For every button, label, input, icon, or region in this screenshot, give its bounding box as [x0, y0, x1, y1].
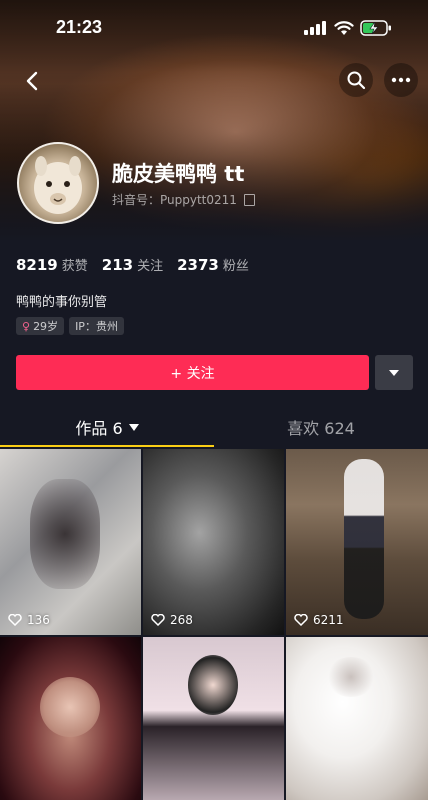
heart-icon: [294, 614, 308, 626]
video-thumbnail[interactable]: [143, 637, 284, 800]
stat-value: 2373: [177, 256, 219, 274]
caret-down-icon: [128, 423, 139, 431]
ip-label: IP：贵州: [75, 320, 118, 333]
search-button[interactable]: [339, 63, 373, 97]
account-id-row[interactable]: 抖音号：Puppytt0211: [112, 191, 255, 208]
more-dots-icon: [391, 77, 411, 83]
thumbnail-figure: [40, 677, 100, 737]
active-tab-indicator: [0, 445, 214, 447]
likes-count: 136: [27, 613, 50, 627]
profile-tags: ♀ 29岁 IP：贵州: [16, 317, 124, 335]
copy-icon[interactable]: [243, 193, 255, 206]
video-thumbnail[interactable]: 136: [0, 449, 141, 635]
ip-tag: IP：贵州: [69, 317, 124, 335]
tab-works[interactable]: 作品 6: [0, 406, 214, 448]
cellular-signal-icon: [304, 21, 326, 35]
heart-icon: [151, 614, 165, 626]
status-time: 21:23: [56, 17, 103, 37]
stat-followers[interactable]: 2373 粉丝: [177, 255, 249, 274]
thumbnail-figure: [326, 657, 376, 697]
tab-likes-label: 喜欢 624: [287, 419, 355, 438]
video-thumbnail[interactable]: [286, 637, 428, 800]
video-thumbnail[interactable]: 6211: [286, 449, 428, 635]
profile-stats: 8219 获赞 213 关注 2373 粉丝: [16, 255, 249, 274]
stat-label: 关注: [137, 259, 164, 274]
profile-tabs: 作品 6 喜欢 624: [0, 406, 428, 448]
recommend-dropdown-button[interactable]: [375, 355, 413, 390]
alpaca-avatar-image: [34, 156, 82, 214]
status-bar: 21:23: [0, 0, 428, 56]
more-button[interactable]: [384, 63, 418, 97]
age-tag: ♀ 29岁: [16, 317, 65, 335]
female-icon: ♀: [22, 319, 31, 333]
video-grid: 136 268 6211: [0, 449, 428, 800]
heart-icon: [8, 614, 22, 626]
stat-value: 213: [101, 256, 134, 274]
back-button[interactable]: [18, 66, 48, 96]
stat-likes[interactable]: 8219 获赞: [16, 255, 88, 274]
follow-button[interactable]: + 关注: [16, 355, 369, 390]
likes-count: 6211: [313, 613, 344, 627]
tab-likes[interactable]: 喜欢 624: [214, 406, 428, 448]
video-likes: 136: [8, 613, 50, 627]
thumbnail-figure: [344, 459, 384, 619]
video-thumbnail[interactable]: [0, 637, 141, 800]
search-icon: [347, 71, 366, 90]
profile-nickname: 脆皮美鸭鸭 tt: [112, 162, 245, 186]
likes-count: 268: [170, 613, 193, 627]
stat-value: 8219: [16, 256, 58, 274]
video-likes: 6211: [294, 613, 344, 627]
wifi-icon: [334, 21, 354, 35]
account-id: 抖音号：Puppytt0211: [112, 193, 237, 207]
video-thumbnail[interactable]: 268: [143, 449, 284, 635]
stat-following[interactable]: 213 关注: [102, 255, 163, 274]
thumbnail-figure: [188, 655, 238, 715]
stat-label: 粉丝: [222, 259, 249, 274]
tab-works-label: 作品 6: [75, 419, 123, 438]
thumbnail-figure: [30, 479, 100, 589]
stat-label: 获赞: [61, 259, 88, 274]
follow-label: + 关注: [170, 365, 215, 382]
chevron-left-icon: [26, 71, 38, 91]
profile-bio: 鸭鸭的事你别管: [16, 295, 108, 310]
caret-down-icon: [389, 369, 399, 376]
video-likes: 268: [151, 613, 193, 627]
age-label: 29岁: [33, 320, 59, 333]
avatar[interactable]: [17, 142, 99, 224]
battery-charging-icon: [360, 20, 391, 36]
